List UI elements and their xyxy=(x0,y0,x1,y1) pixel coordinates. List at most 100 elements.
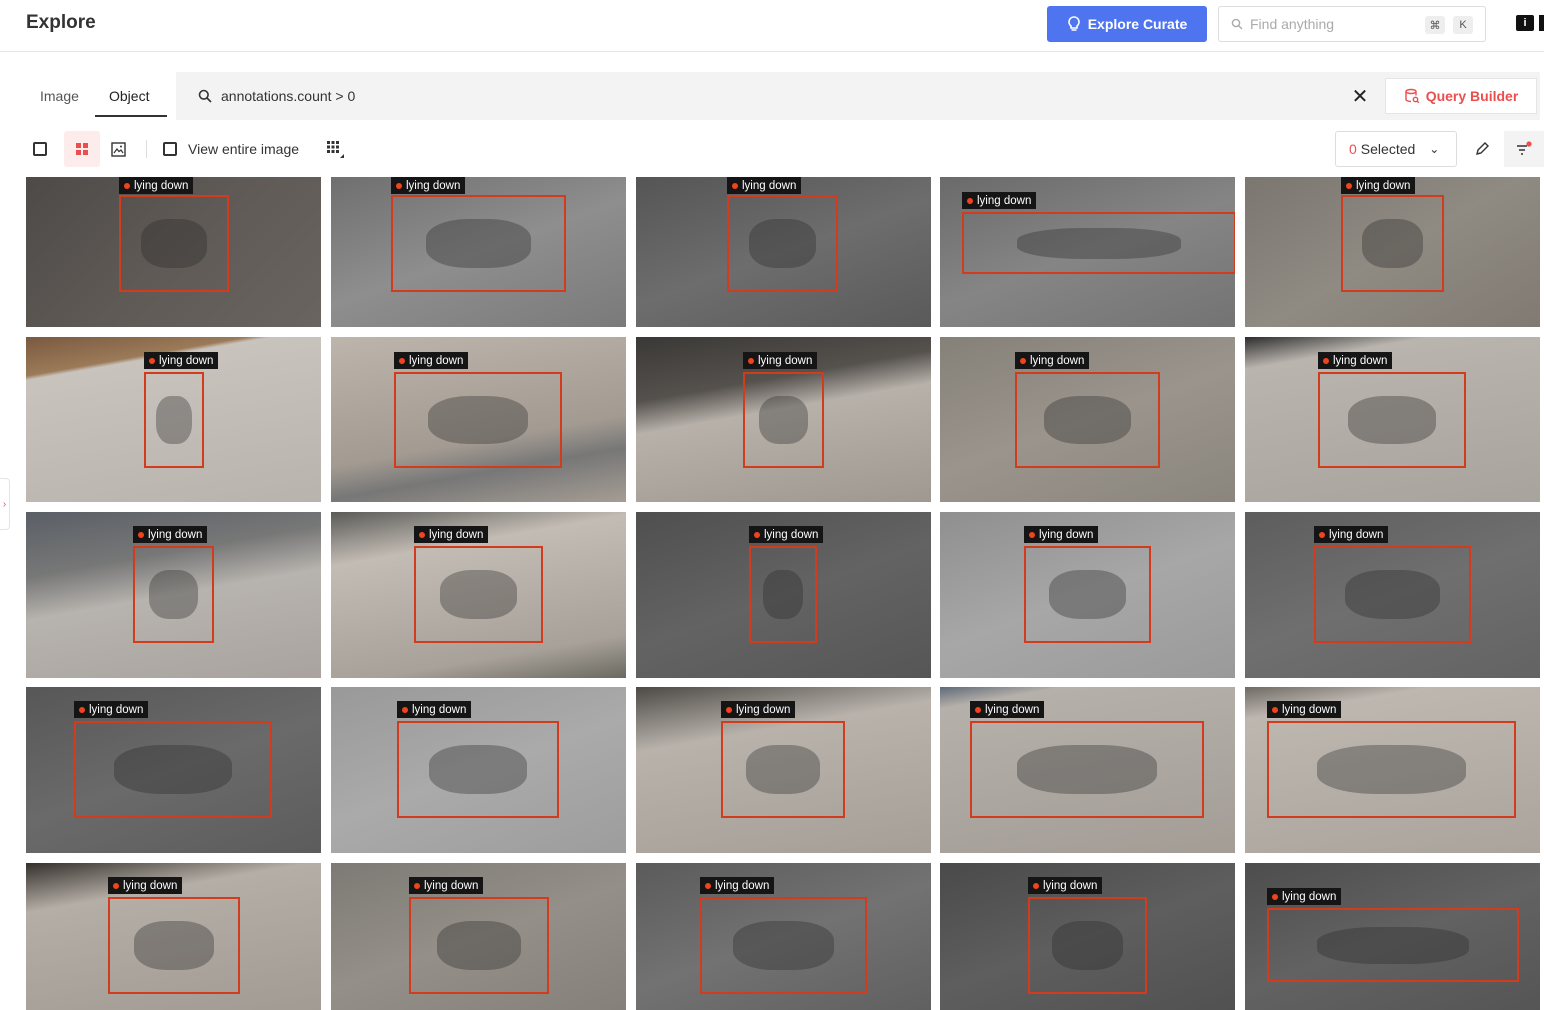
clear-query-button[interactable]: ✕ xyxy=(1348,84,1372,108)
explore-curate-button[interactable]: Explore Curate xyxy=(1047,6,1207,42)
selected-label: Selected xyxy=(1360,141,1416,157)
grid-icon xyxy=(76,143,88,155)
annotation-label: lying down xyxy=(74,701,149,718)
object-thumbnail[interactable]: lying down xyxy=(1245,512,1540,678)
selected-count: 0 xyxy=(1349,141,1357,157)
class-color-dot xyxy=(748,357,754,364)
annotation-label-text: lying down xyxy=(159,354,214,367)
object-thumbnail[interactable]: lying down xyxy=(26,863,321,1010)
object-thumbnail[interactable]: lying down xyxy=(940,512,1235,678)
tab-image[interactable]: Image xyxy=(40,88,79,104)
bounding-box xyxy=(970,721,1204,818)
object-thumbnail[interactable]: lying down xyxy=(1245,337,1540,502)
edit-button[interactable] xyxy=(1466,131,1498,167)
annotation-label: lying down xyxy=(397,701,472,718)
tab-object[interactable]: Object xyxy=(109,88,149,104)
view-entire-image-checkbox[interactable] xyxy=(158,137,182,161)
class-color-dot xyxy=(414,882,420,889)
object-thumbnail[interactable]: lying down xyxy=(331,512,626,678)
annotation-label: lying down xyxy=(1318,352,1393,369)
object-thumbnail[interactable]: lying down xyxy=(26,512,321,678)
annotation-label: lying down xyxy=(108,877,183,894)
bounding-box xyxy=(1318,372,1466,468)
top-bar: Explore Explore Curate Find anything ⌘ K… xyxy=(0,0,1544,52)
lightbulb-icon xyxy=(1067,16,1080,31)
class-color-dot xyxy=(754,531,760,538)
query-text[interactable]: annotations.count > 0 xyxy=(221,88,355,104)
bounding-box xyxy=(1015,372,1160,468)
pen-icon xyxy=(1476,142,1489,155)
filter-button[interactable] xyxy=(1504,131,1544,167)
class-color-dot xyxy=(1323,357,1329,364)
annotation-label-text: lying down xyxy=(736,703,791,716)
object-thumbnail[interactable]: lying down xyxy=(1245,177,1540,327)
object-thumbnail[interactable]: lying down xyxy=(26,687,321,853)
object-thumbnail[interactable]: lying down xyxy=(331,687,626,853)
select-all-checkbox[interactable] xyxy=(28,137,52,161)
grid-size-icon xyxy=(327,141,344,158)
object-thumbnail[interactable]: lying down xyxy=(636,687,931,853)
annotation-label-text: lying down xyxy=(977,194,1032,207)
image-view-button[interactable] xyxy=(106,137,130,161)
info-icon[interactable]: i xyxy=(1516,15,1534,31)
annotation-label: lying down xyxy=(1028,877,1103,894)
class-color-dot xyxy=(1020,357,1026,364)
toolbar-divider xyxy=(146,140,147,158)
header-overflow-icon[interactable] xyxy=(1539,15,1544,31)
object-thumbnail[interactable]: lying down xyxy=(331,863,626,1010)
object-thumbnail[interactable]: lying down xyxy=(940,337,1235,502)
annotation-label: lying down xyxy=(1314,526,1389,543)
annotation-label-text: lying down xyxy=(764,528,819,541)
sidebar-toggle[interactable]: › xyxy=(0,478,10,530)
annotation-label-text: lying down xyxy=(758,354,813,367)
page-title: Explore xyxy=(26,12,96,33)
annotation-label: lying down xyxy=(394,352,469,369)
object-thumbnail[interactable]: lying down xyxy=(940,687,1235,853)
annotation-label: lying down xyxy=(721,701,796,718)
checkbox-box xyxy=(163,142,177,156)
query-bar[interactable]: annotations.count > 0 ✕ Query Builder xyxy=(176,72,1540,120)
class-color-dot xyxy=(1029,531,1035,538)
object-thumbnail[interactable]: lying down xyxy=(331,177,626,327)
object-thumbnail[interactable]: lying down xyxy=(26,177,321,327)
class-color-dot xyxy=(396,182,402,189)
object-thumbnail[interactable]: lying down xyxy=(26,337,321,502)
object-thumbnail[interactable]: lying down xyxy=(940,863,1235,1010)
object-thumbnail[interactable]: lying down xyxy=(1245,863,1540,1010)
object-thumbnail[interactable]: lying down xyxy=(636,177,931,327)
query-builder-button[interactable]: Query Builder xyxy=(1385,78,1537,114)
grid-size-button[interactable] xyxy=(323,137,347,161)
annotation-label-text: lying down xyxy=(123,879,178,892)
bounding-box xyxy=(394,372,562,468)
shortcut-k-key: K xyxy=(1453,16,1473,34)
annotation-label-text: lying down xyxy=(715,879,770,892)
annotation-label-text: lying down xyxy=(1039,528,1094,541)
annotation-label-text: lying down xyxy=(1282,890,1337,903)
annotation-label: lying down xyxy=(1267,701,1342,718)
global-search-input[interactable]: Find anything ⌘ K xyxy=(1218,6,1486,42)
grid-view-button[interactable] xyxy=(64,131,100,167)
annotation-label-text: lying down xyxy=(742,179,797,192)
class-color-dot xyxy=(1319,531,1325,538)
object-thumbnail[interactable]: lying down xyxy=(636,337,931,502)
object-thumbnail[interactable]: lying down xyxy=(636,512,931,678)
bounding-box xyxy=(1267,721,1516,818)
bounding-box xyxy=(700,897,867,994)
object-thumbnail[interactable]: lying down xyxy=(636,863,931,1010)
object-thumbnail[interactable]: lying down xyxy=(1245,687,1540,853)
annotation-label: lying down xyxy=(1024,526,1099,543)
bounding-box xyxy=(1341,195,1444,292)
object-thumbnail[interactable]: lying down xyxy=(331,337,626,502)
selected-dropdown[interactable]: 0 Selected ⌄ xyxy=(1335,131,1457,167)
view-entire-image-label: View entire image xyxy=(188,141,300,157)
object-thumbnail[interactable]: lying down xyxy=(940,177,1235,327)
bounding-box xyxy=(119,195,229,292)
annotation-label: lying down xyxy=(1341,177,1416,194)
bounding-box xyxy=(1314,546,1471,643)
annotation-label: lying down xyxy=(700,877,775,894)
bounding-box xyxy=(391,195,566,292)
annotation-label-text: lying down xyxy=(134,179,189,192)
class-color-dot xyxy=(79,706,85,713)
class-color-dot xyxy=(399,357,405,364)
class-color-dot xyxy=(726,706,732,713)
